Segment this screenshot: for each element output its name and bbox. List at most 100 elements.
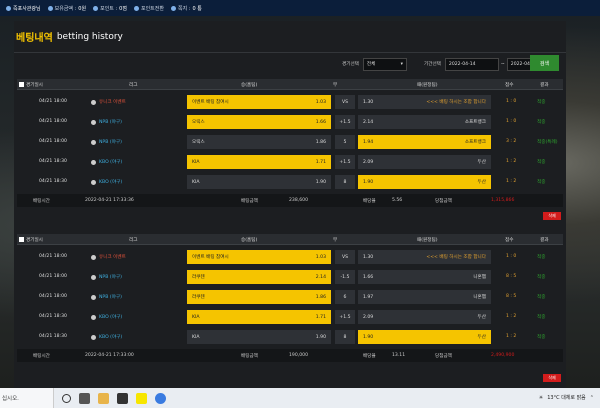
score: 1 : 0 [506,119,517,124]
league-name: KBO (야구) [91,334,122,340]
betting-history-panel: 베팅내역 betting history 경기선택 전체 ▾ 기간선택 2022-… [14,21,566,390]
away-team-name: <<< 배팅 하시는 조합 합니다 [426,100,486,105]
chrome-icon[interactable] [155,392,166,404]
home-team-name: 이벤트 배팅 참여시 [192,100,229,105]
home-odds: 1.90 [315,334,326,340]
app-icon[interactable] [117,392,128,404]
home-team-option[interactable]: 라쿠텐 2.14 [187,270,331,284]
league-name: 유니크 이벤트 [91,99,126,105]
message-info[interactable]: 쪽지 :0 통 [170,5,202,12]
delete-button[interactable]: 삭제 [543,374,561,382]
away-team-option[interactable]: 1.94 소프트뱅크 [358,135,491,149]
away-team-option[interactable]: 1.90 두산 [358,175,491,189]
draw-handicap[interactable]: +1.5 [335,155,355,169]
period-filter-label: 기간선택 [424,62,441,67]
chevron-up-icon[interactable]: ⌃ [590,395,594,401]
home-team-option[interactable]: KIA 1.71 [187,310,331,324]
home-odds: 1.86 [315,139,326,145]
bet-time-label: 배팅시간 [33,354,50,359]
game-select[interactable]: 전체 ▾ [362,57,407,71]
home-team-option[interactable]: KIA 1.71 [187,155,331,169]
away-team-option[interactable]: 2.14 소프트뱅크 [358,115,491,129]
home-team-option[interactable]: KIA 1.90 [187,175,331,189]
file-explorer-icon[interactable] [98,392,109,404]
draw-handicap[interactable]: 6 [335,290,355,304]
away-team-option[interactable]: 1.30 <<< 배팅 하시는 조합 합니다 [358,95,491,109]
mail-icon [170,5,176,11]
league-label: NPB (야구) [99,295,122,300]
win-label: 당첨금액 [435,354,452,359]
odds-label: 배당율 [363,354,376,359]
draw-handicap[interactable]: 5 [335,135,355,149]
score: 1 : 2 [506,159,517,164]
user-info[interactable]: 즉포사관광님 [6,5,41,12]
match-time: 04/21 18:30 [39,334,67,339]
date-from-input[interactable]: 2022-04-14 [444,57,499,71]
home-team-option[interactable]: 라쿠텐 1.86 [187,290,331,304]
bet-slip: 경기일시 리그 승(홈팀) 무 패(원정팀) 점수 결과 04/21 18:00 유니크 이벤트… [17,79,563,227]
kakaotalk-icon[interactable] [136,392,147,404]
table-row: 04/21 18:30 KBO (야구) KIA 1.71 +1.5 2.09 두산 1 : … [17,152,563,172]
away-team-name: 두산 [477,315,486,320]
header-away: 패(원정팀) [417,83,438,88]
task-view-icon[interactable] [79,392,90,404]
away-odds: 1.94 [363,139,374,145]
delete-button[interactable]: 삭제 [543,212,561,220]
league-label: KBO (야구) [99,180,123,185]
draw-handicap[interactable]: -1.5 [335,270,355,284]
draw-handicap[interactable]: +1.5 [335,310,355,324]
home-odds: 2.14 [315,274,326,280]
draw-handicap[interactable]: 8 [335,175,355,189]
away-team-option[interactable]: 1.90 두산 [358,330,491,344]
select-all-checkbox[interactable] [19,82,24,87]
draw-handicap[interactable]: 8 [335,330,355,344]
system-tray: ☀ 13°C 대체로 맑음 ⌃ [539,394,594,402]
wallet-icon [47,5,53,11]
amount-label: 배팅금액 [241,354,258,359]
odds: 5.56 [392,198,403,203]
away-team-option[interactable]: 1.97 니혼햄 [358,290,491,304]
league-label: KBO (야구) [99,315,123,320]
point-convert-link[interactable]: 포인트전환 [133,5,164,12]
home-team-option[interactable]: 오릭스 1.66 [187,115,331,129]
odds: 13.11 [392,353,406,358]
taskbar-search-input[interactable]: 십시오. [0,388,54,408]
weather-text[interactable]: 13°C 대체로 맑음 [547,394,586,401]
draw-handicap[interactable]: +1.5 [335,115,355,129]
home-team-option[interactable]: KIA 1.90 [187,330,331,344]
draw-handicap[interactable]: VS [335,250,355,264]
score: 1 : 2 [506,334,517,339]
away-team-option[interactable]: 1.30 <<< 배팅 하시는 조합 합니다 [358,250,491,264]
away-odds: 1.90 [363,179,374,185]
away-team-name: 소프트뱅크 [464,120,486,125]
bet-summary: 배팅시간 2022-04-21 17:33:36 배팅금액 238,600 배당율 5.5… [17,194,563,207]
home-odds: 1.66 [315,119,326,125]
table-row: 04/21 18:30 KBO (야구) KIA 1.90 8 1.90 두산 1 : 2 적중 [17,327,563,347]
away-team-option[interactable]: 2.09 두산 [358,310,491,324]
cortana-icon[interactable] [62,393,71,403]
draw-handicap[interactable]: VS [335,95,355,109]
home-team-name: KIA [192,314,200,320]
league-label: KBO (야구) [99,335,123,340]
match-time: 04/21 18:30 [39,314,67,319]
game-filter: 경기선택 전체 ▾ [342,57,407,71]
search-button[interactable]: 검색 [530,55,559,71]
table-row: 04/21 18:00 유니크 이벤트 이벤트 배팅 참여시 1.03 VS 1.30 <<… [17,92,563,112]
baseball-icon [91,314,96,320]
home-odds: 1.86 [315,294,326,300]
home-team-name: 오릭스 [192,120,205,125]
match-time: 04/21 18:00 [39,119,67,124]
away-team-option[interactable]: 2.09 두산 [358,155,491,169]
league-name: 유니크 이벤트 [91,254,126,260]
baseball-icon [91,119,96,125]
match-time: 04/21 18:00 [39,99,67,104]
home-team-option[interactable]: 이벤트 배팅 참여시 1.03 [187,95,331,109]
away-odds: 1.90 [363,334,374,340]
select-all-checkbox[interactable] [19,237,24,242]
home-team-option[interactable]: 이벤트 배팅 참여시 1.03 [187,250,331,264]
home-team-name: 이벤트 배팅 참여시 [192,255,229,260]
away-team-option[interactable]: 1.66 니혼햄 [358,270,491,284]
user-icon [6,5,11,11]
home-team-option[interactable]: 오릭스 1.86 [187,135,331,149]
header-score: 점수 [505,238,514,243]
